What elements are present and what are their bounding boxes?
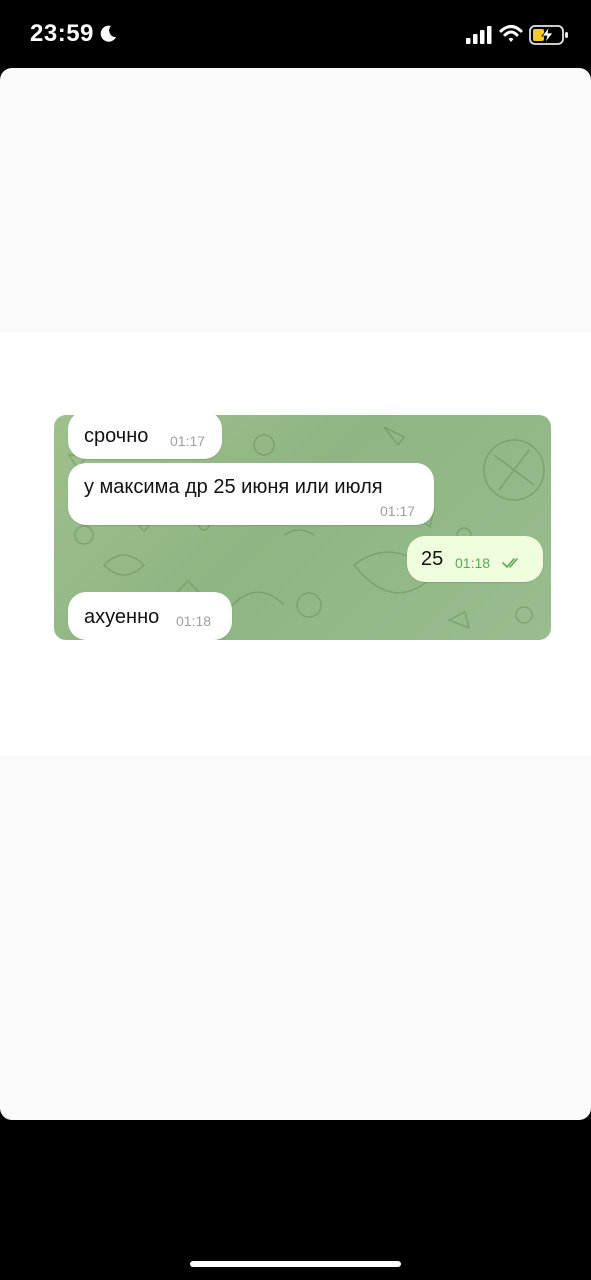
message-text: 25 xyxy=(421,548,444,570)
cellular-signal-icon xyxy=(466,26,492,44)
double-check-read-icon xyxy=(502,558,518,569)
message-bubble-incoming[interactable]: срочно 01:17 xyxy=(68,415,222,459)
message-text: срочно xyxy=(84,425,149,447)
wifi-icon xyxy=(499,25,523,42)
battery-charging-icon xyxy=(529,25,568,45)
message-time: 01:17 xyxy=(380,503,416,519)
message-bubble-outgoing[interactable]: 25 01:18 xyxy=(407,536,543,582)
message-bubble-incoming[interactable]: у максима др 25 июня или июля 01:17 xyxy=(68,463,434,525)
status-bar: 23:59 xyxy=(0,0,591,68)
message-time: 01:18 xyxy=(176,613,212,629)
message-bubble-incoming[interactable]: ахуенно 01:18 xyxy=(68,592,232,640)
status-time: 23:59 xyxy=(30,20,94,47)
home-indicator[interactable] xyxy=(190,1261,401,1267)
message-text: ахуенно xyxy=(84,606,160,628)
message-time: 01:17 xyxy=(170,433,206,449)
moon-icon xyxy=(100,25,116,42)
message-time: 01:18 xyxy=(455,555,491,571)
message-text: у максима др 25 июня или июля xyxy=(84,476,383,498)
chat-screenshot-image[interactable]: срочно 01:17 у максима др 25 июня или ию… xyxy=(54,415,551,640)
